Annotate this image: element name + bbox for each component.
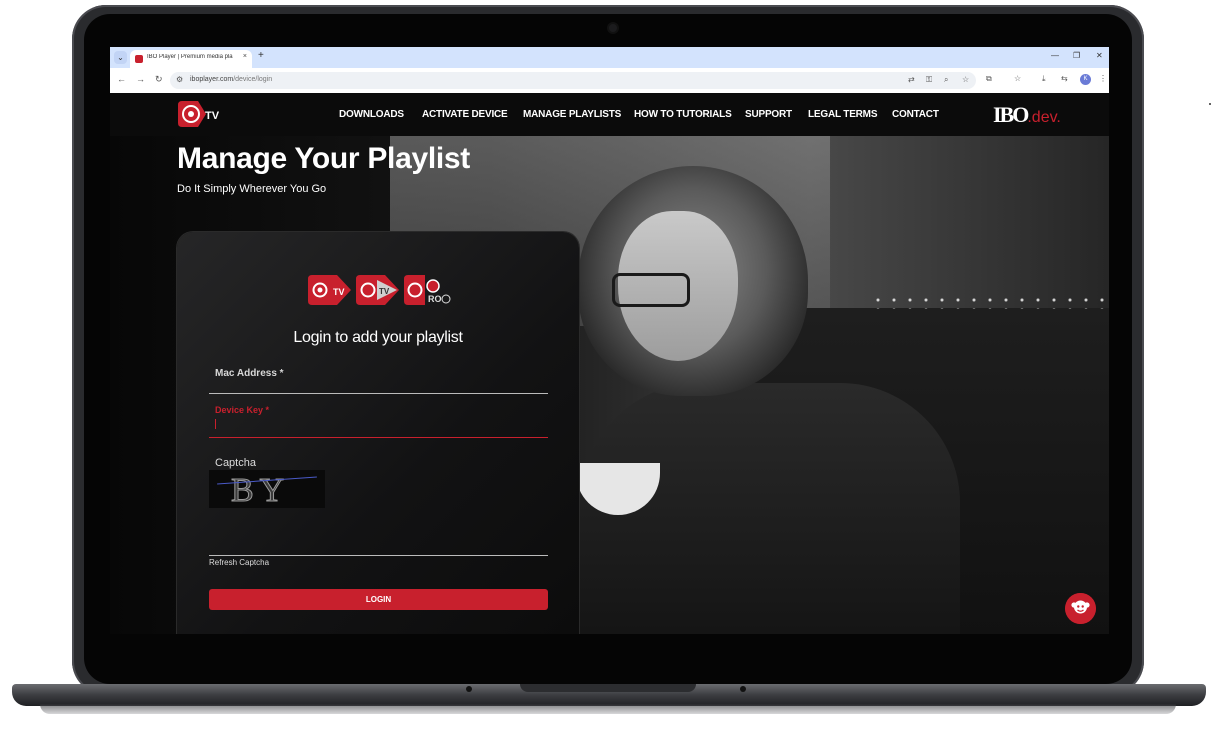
restore-icon[interactable]: ❐ <box>1073 51 1080 60</box>
chat-support-icon[interactable] <box>1065 593 1096 624</box>
website: TV DOWNLOADS ACTIVATE DEVICE MANAGE PLAY… <box>110 93 1109 634</box>
webcam-icon <box>609 24 617 32</box>
nav-legal-terms[interactable]: LEGAL TERMS <box>808 109 877 120</box>
login-button[interactable]: LOGIN <box>209 589 548 610</box>
bookmark-star-icon[interactable]: ☆ <box>962 75 969 84</box>
browser-tab[interactable]: IBO Player | Premium media pla × <box>130 50 252 68</box>
captcha-text: BY <box>230 472 291 510</box>
new-tab-icon[interactable]: + <box>258 50 264 61</box>
app-logos: TV TV RO <box>308 275 451 305</box>
password-key-icon[interactable]: ⚿ <box>926 75 932 85</box>
menu-kebab-icon[interactable]: ⋮ <box>1099 74 1107 83</box>
text-caret <box>215 419 216 429</box>
login-card: TV TV RO Login to add your playlist Mac … <box>177 232 579 634</box>
nav-activate-device[interactable]: ACTIVATE DEVICE <box>422 109 508 120</box>
nav-manage-playlists[interactable]: MANAGE PLAYLISTS <box>523 109 621 120</box>
minimize-icon[interactable]: — <box>1051 51 1059 60</box>
refresh-captcha-link[interactable]: Refresh Captcha <box>209 558 269 567</box>
device-key-label: Device Key * <box>215 405 270 415</box>
svg-text:TV: TV <box>333 287 345 297</box>
nav-downloads[interactable]: DOWNLOADS <box>339 109 404 120</box>
zoom-icon[interactable]: ⌕ <box>944 75 948 85</box>
captcha-input[interactable] <box>209 522 548 556</box>
favicon-icon <box>135 55 143 63</box>
nav-how-to-tutorials[interactable]: HOW TO TUTORIALS <box>634 109 732 120</box>
mac-address-field[interactable]: Mac Address * <box>209 362 548 394</box>
svg-text:RO: RO <box>428 294 442 304</box>
tab-title: IBO Player | Premium media pla <box>147 54 233 60</box>
login-heading: Login to add your playlist <box>293 329 463 346</box>
extension-icon[interactable]: ⧉ <box>986 74 992 84</box>
tab-close-icon[interactable]: × <box>243 53 247 60</box>
download-icon[interactable]: ⤓ <box>1042 74 1046 84</box>
site-info-icon[interactable]: ⚙ <box>176 75 183 84</box>
browser-toolbar: ← → ↻ ⚙ iboplayer.com/device/login ⇄ ⚿ ⌕… <box>110 68 1109 93</box>
back-icon[interactable]: ← <box>117 74 126 84</box>
url-text: iboplayer.com/device/login <box>190 76 273 83</box>
profile-avatar[interactable]: K <box>1080 74 1091 85</box>
translate-icon[interactable]: ⇄ <box>908 75 915 84</box>
ibo-tv-logo-small: TV <box>308 275 351 305</box>
hero-title: Manage Your Playlist <box>177 142 470 175</box>
hero-subtitle: Do It Simply Wherever You Go <box>177 183 327 195</box>
tab-search-icon[interactable]: ⌄ <box>114 51 127 64</box>
ibo-tv-logo[interactable]: TV <box>176 99 222 129</box>
forward-icon[interactable]: → <box>136 74 145 84</box>
captcha-label: Captcha <box>215 457 256 469</box>
nav-contact[interactable]: CONTACT <box>892 109 939 120</box>
laptop-screen: ⌄ IBO Player | Premium media pla × + — ❐… <box>110 47 1109 634</box>
browser-tab-bar: ⌄ IBO Player | Premium media pla × + — ❐… <box>110 47 1109 68</box>
captcha-image: BY <box>209 470 325 510</box>
bookmarks-icon[interactable]: ☆ <box>1014 74 1021 83</box>
svg-text:TV: TV <box>205 110 220 122</box>
device-key-field[interactable]: Device Key * <box>209 398 548 438</box>
window-close-icon[interactable]: ✕ <box>1096 51 1103 60</box>
svg-text:TV: TV <box>379 287 390 296</box>
nav-support[interactable]: SUPPORT <box>745 109 792 120</box>
ibo-player-logo-small: TV <box>356 275 399 305</box>
reload-icon[interactable]: ↻ <box>155 74 163 85</box>
mac-address-label: Mac Address * <box>215 368 284 379</box>
ibo-pro-logo-small: RO <box>404 275 451 305</box>
ibo-dev-logo[interactable]: IBO.dev. <box>993 102 1061 128</box>
site-header: TV DOWNLOADS ACTIVATE DEVICE MANAGE PLAY… <box>110 93 1109 136</box>
cast-icon[interactable]: ⇆ <box>1061 74 1068 83</box>
address-bar[interactable]: ⚙ iboplayer.com/device/login ⇄ ⚿ ⌕ ☆ <box>170 72 976 89</box>
